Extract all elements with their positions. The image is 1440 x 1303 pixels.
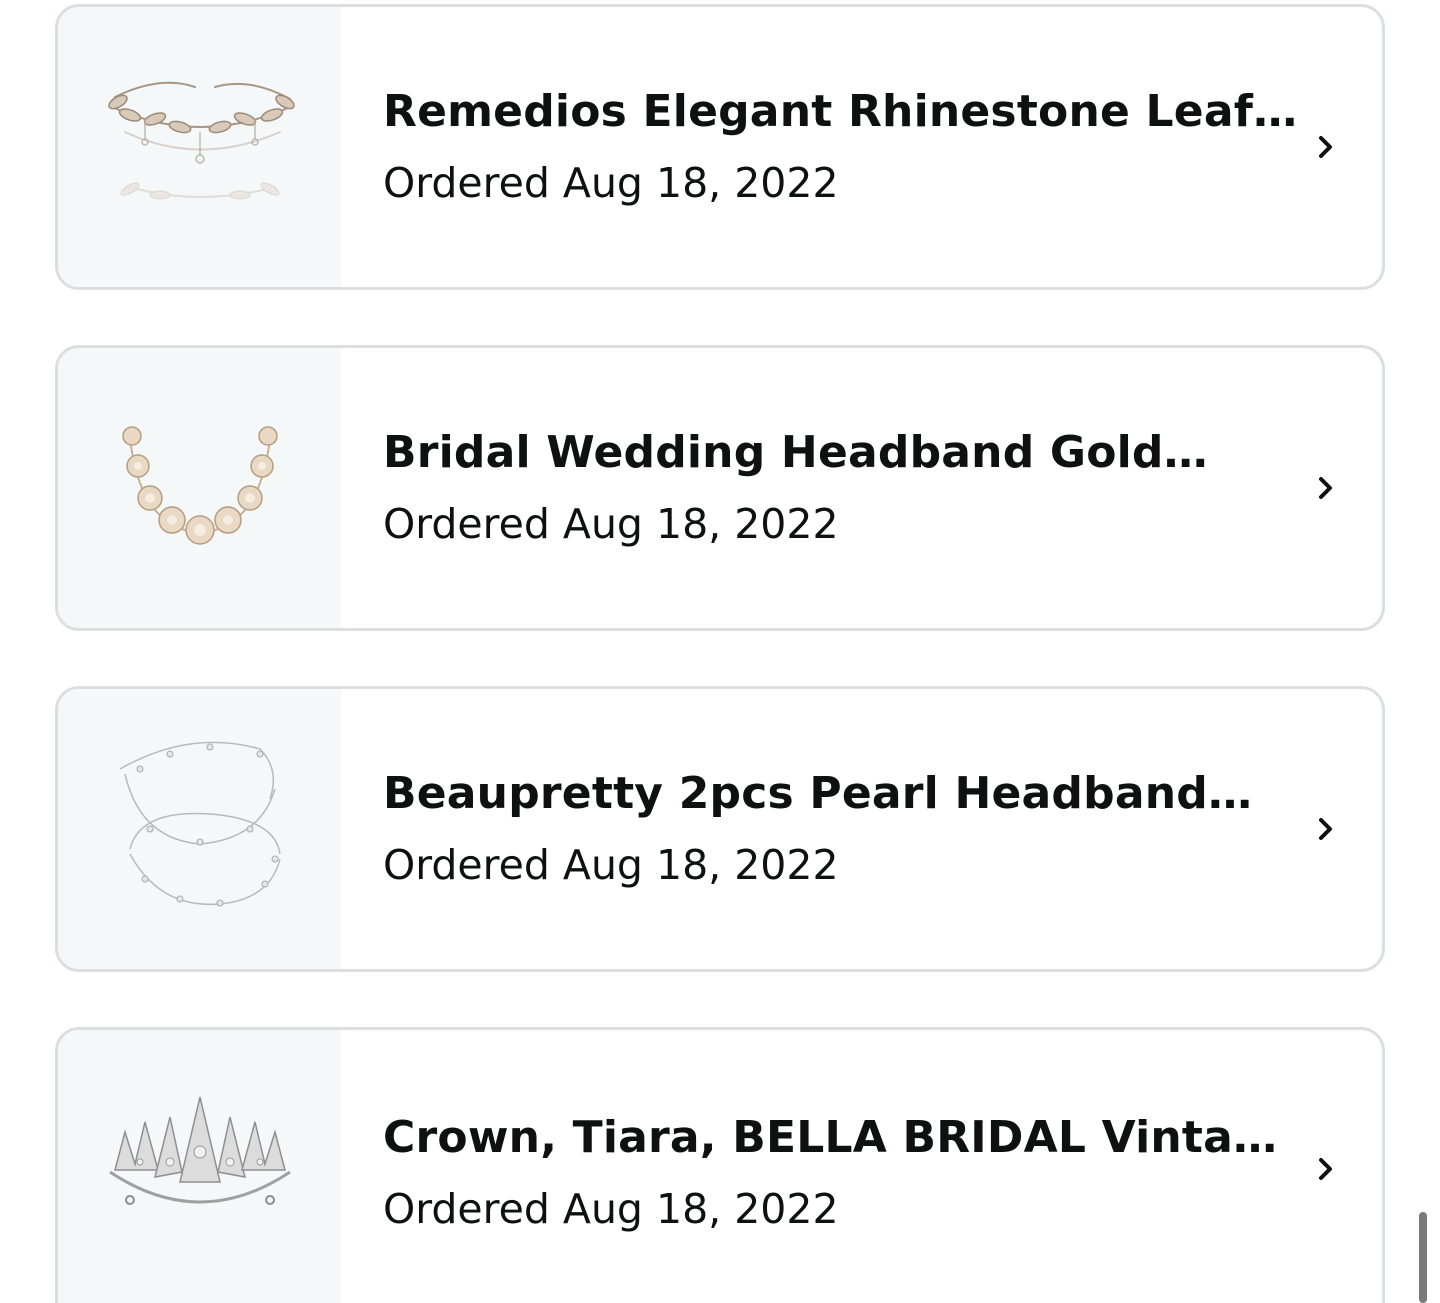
order-info: Bridal Wedding Headband Gold… Ordered Au…: [341, 348, 1292, 628]
product-thumbnail: [58, 348, 341, 628]
product-thumbnail: [58, 689, 341, 969]
product-thumbnail: [58, 7, 341, 287]
order-info: Crown, Tiara, BELLA BRIDAL Vinta… Ordere…: [341, 1030, 1292, 1303]
product-title: Remedios Elegant Rhinestone Leaf…: [383, 86, 1298, 137]
chevron-right-icon: [1292, 689, 1382, 969]
order-date: Ordered Aug 18, 2022: [383, 1185, 839, 1233]
tiara-image: [108, 1096, 291, 1205]
order-date: Ordered Aug 18, 2022: [383, 500, 839, 548]
product-thumbnail: [58, 1030, 341, 1303]
order-item[interactable]: Beaupretty 2pcs Pearl Headband… Ordered …: [55, 686, 1385, 972]
chevron-right-icon: [1292, 1030, 1382, 1303]
flower-headband-image: [121, 426, 278, 545]
product-title: Beaupretty 2pcs Pearl Headband…: [383, 768, 1253, 819]
order-item[interactable]: Bridal Wedding Headband Gold… Ordered Au…: [55, 345, 1385, 631]
order-date: Ordered Aug 18, 2022: [383, 841, 839, 889]
leaf-headband-image: [107, 81, 295, 200]
order-item[interactable]: Crown, Tiara, BELLA BRIDAL Vinta… Ordere…: [55, 1027, 1385, 1303]
order-date: Ordered Aug 18, 2022: [383, 159, 839, 207]
order-item[interactable]: Remedios Elegant Rhinestone Leaf… Ordere…: [55, 4, 1385, 290]
product-title: Crown, Tiara, BELLA BRIDAL Vinta…: [383, 1112, 1278, 1163]
order-info: Beaupretty 2pcs Pearl Headband… Ordered …: [341, 689, 1292, 969]
chevron-right-icon: [1292, 7, 1382, 287]
chevron-right-icon: [1292, 348, 1382, 628]
scrollbar[interactable]: [1419, 1212, 1427, 1303]
order-history-list: Remedios Elegant Rhinestone Leaf… Ordere…: [0, 0, 1440, 1303]
product-title: Bridal Wedding Headband Gold…: [383, 427, 1208, 478]
order-info: Remedios Elegant Rhinestone Leaf… Ordere…: [341, 7, 1298, 287]
pearl-headband-image: [119, 741, 281, 907]
